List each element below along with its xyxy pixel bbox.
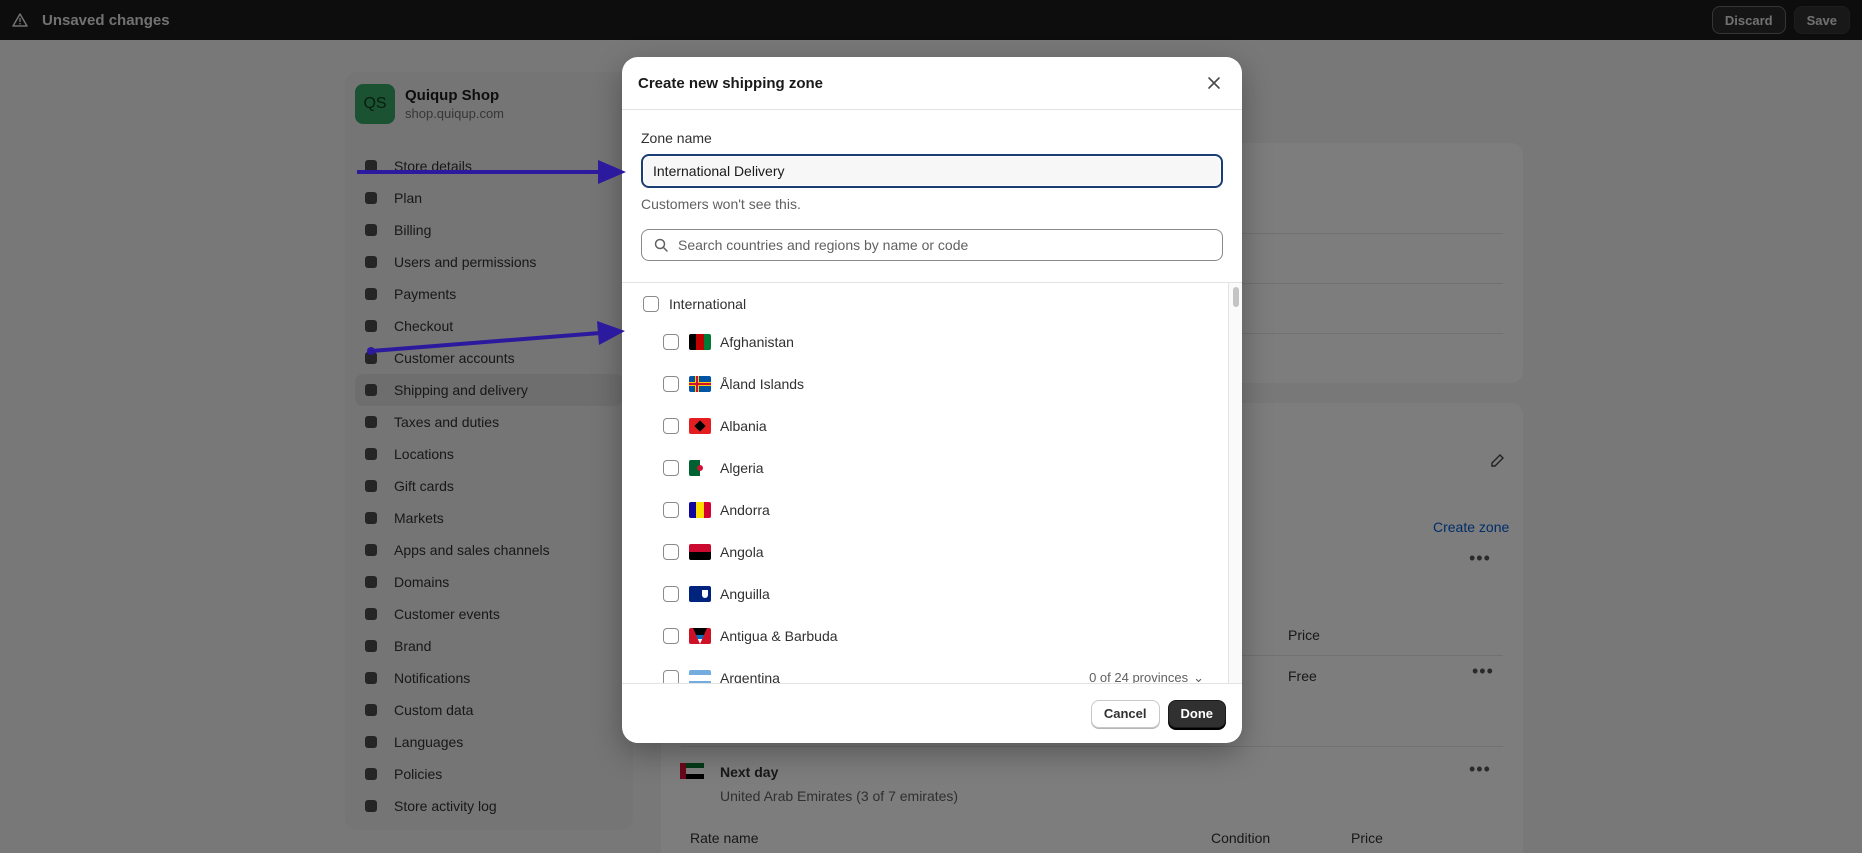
argentina-flag-icon (689, 670, 711, 683)
close-icon[interactable] (1202, 71, 1226, 95)
anguilla-flag-icon (689, 586, 711, 602)
international-group-label: International (669, 296, 747, 312)
chevron-down-icon: ⌄ (1193, 670, 1204, 683)
andorra-flag-icon (689, 502, 711, 518)
country-checkbox[interactable] (663, 628, 679, 644)
country-label: Algeria (720, 460, 764, 476)
country-checkbox[interactable] (663, 586, 679, 602)
country-row[interactable]: Åland Islands (622, 363, 1228, 405)
zone-name-input[interactable] (641, 154, 1223, 188)
modal-title: Create new shipping zone (638, 74, 824, 92)
country-checkbox[interactable] (663, 460, 679, 476)
modal-footer: Cancel Done (622, 683, 1242, 743)
provinces-toggle[interactable]: 0 of 24 provinces ⌄ (1089, 670, 1204, 683)
country-checkbox[interactable] (663, 670, 679, 683)
list-scrollbar[interactable] (1228, 283, 1242, 683)
country-row[interactable]: Argentina 0 of 24 provinces ⌄ (622, 657, 1228, 683)
international-checkbox[interactable] (643, 296, 659, 312)
cancel-button[interactable]: Cancel (1090, 699, 1160, 728)
country-checkbox[interactable] (663, 544, 679, 560)
angola-flag-icon (689, 544, 711, 560)
zone-name-label: Zone name (641, 130, 712, 146)
country-checkbox[interactable] (663, 418, 679, 434)
international-group-row[interactable]: International (622, 283, 1228, 325)
country-row[interactable]: Angola (622, 531, 1228, 573)
provinces-count: 0 of 24 provinces (1089, 670, 1189, 683)
country-label: Antigua & Barbuda (720, 628, 838, 644)
country-checkbox[interactable] (663, 334, 679, 350)
done-button[interactable]: Done (1167, 699, 1226, 728)
country-row[interactable]: Afghanistan (622, 321, 1228, 363)
country-label: Andorra (720, 502, 770, 518)
country-label: Åland Islands (720, 376, 805, 392)
create-shipping-zone-modal: Create new shipping zone Zone name Custo… (622, 57, 1242, 743)
country-search-field[interactable] (641, 229, 1223, 261)
country-row[interactable]: Andorra (622, 489, 1228, 531)
antigua-flag-icon (689, 628, 711, 644)
country-checkbox[interactable] (663, 502, 679, 518)
country-checkbox[interactable] (663, 376, 679, 392)
country-row[interactable]: Albania (622, 405, 1228, 447)
modal-header: Create new shipping zone (622, 57, 1242, 110)
search-icon (654, 238, 668, 252)
country-label: Argentina (720, 670, 780, 683)
country-label: Albania (720, 418, 767, 434)
country-row[interactable]: Antigua & Barbuda (622, 615, 1228, 657)
country-search-input[interactable] (678, 237, 1198, 253)
algeria-flag-icon (689, 460, 711, 476)
aland-flag-icon (689, 376, 711, 392)
country-label: Anguilla (720, 586, 770, 602)
country-row[interactable]: Algeria (622, 447, 1228, 489)
country-list: International Afghanistan Åland Islands Al… (622, 283, 1228, 683)
scrollbar-thumb[interactable] (1233, 287, 1239, 307)
country-row[interactable]: Anguilla (622, 573, 1228, 615)
albania-flag-icon (689, 418, 711, 434)
afghanistan-flag-icon (689, 334, 711, 350)
country-label: Afghanistan (720, 334, 794, 350)
country-label: Angola (720, 544, 764, 560)
zone-name-help-text: Customers won't see this. (641, 196, 801, 212)
